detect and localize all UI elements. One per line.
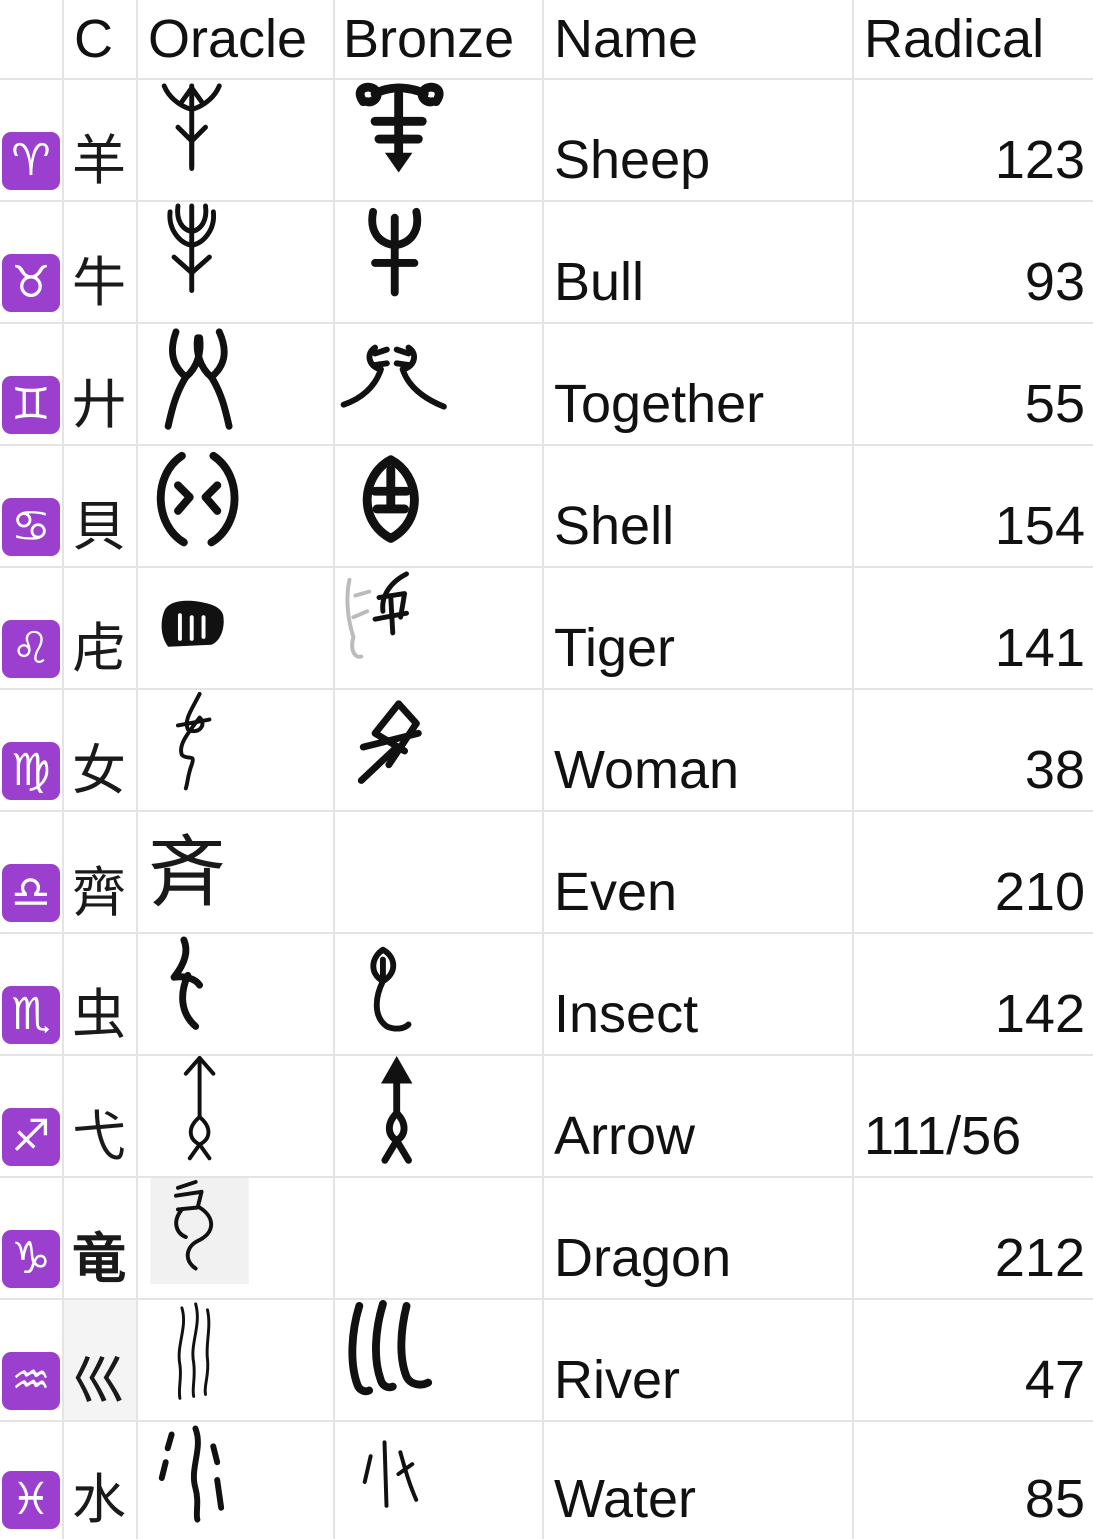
radical-number: 55 (1024, 374, 1085, 434)
character: 牛 (72, 251, 126, 314)
character: 貝 (72, 495, 126, 558)
radical-number: 47 (1024, 1350, 1085, 1410)
aries-icon: ♈ (2, 132, 60, 190)
table-row: ♍ 女 Woman 38 (0, 690, 1093, 812)
character: 羊 (72, 129, 126, 192)
bronze-insect-glyph-icon (370, 946, 412, 1032)
oracle-arrow-glyph-icon (183, 1056, 216, 1161)
libra-icon: ♎ (2, 864, 60, 922)
header-icon-cell (0, 0, 64, 78)
radical-number: 38 (1024, 740, 1085, 800)
character: 虍 (72, 617, 126, 680)
table-row: ♈ 羊 Sheep 123 (0, 80, 1093, 202)
character: 弋 (72, 1105, 126, 1168)
capricorn-icon: ♑ (2, 1230, 60, 1288)
name-text: Water (554, 1469, 697, 1529)
radical-number: 85 (1024, 1469, 1085, 1529)
bronze-empty-cell (335, 812, 544, 932)
sagittarius-icon: ♐ (2, 1108, 60, 1166)
name-text: Woman (554, 740, 740, 800)
table-row: ♌ 虍 Tiger 141 (0, 568, 1093, 690)
bronze-shell-glyph-icon (362, 455, 419, 543)
character: 齊 (72, 861, 126, 924)
radical-number: 154 (994, 496, 1085, 556)
gemini-icon: ♊ (2, 376, 60, 434)
character: 竜 (72, 1227, 126, 1290)
table-row: ♏ 虫 Insect 142 (0, 934, 1093, 1056)
oracle-woman-glyph-icon (175, 691, 212, 791)
scorpio-icon: ♏ (2, 986, 60, 1044)
header-bronze: Bronze (335, 0, 544, 78)
name-text: Arrow (554, 1106, 696, 1166)
oracle-water-glyph-icon (158, 1425, 225, 1523)
oracle-insect-glyph-icon (170, 936, 204, 1030)
character: 虫 (72, 983, 126, 1046)
radical-number: 111/56 (864, 1106, 1022, 1166)
name-text: Even (554, 862, 678, 922)
header-c: C (64, 0, 138, 78)
radical-number: 123 (994, 130, 1085, 190)
table-row: ♒ 巛 River 47 (0, 1300, 1093, 1422)
header-radical: Radical (864, 9, 1045, 69)
leo-icon: ♌ (2, 620, 60, 678)
name-text: Shell (554, 496, 675, 556)
bronze-arrow-glyph-icon (380, 1056, 413, 1164)
header-oracle: Oracle (138, 0, 335, 78)
table-row: ♓ 水 Water 85 (0, 1422, 1093, 1539)
name-text: Sheep (554, 130, 711, 190)
table-row: ♋ 貝 Shell 154 (0, 446, 1093, 568)
aquarius-icon: ♒ (2, 1352, 60, 1410)
radical-number: 141 (994, 618, 1085, 678)
bronze-woman-glyph-icon (357, 700, 422, 784)
name-text: Dragon (554, 1228, 732, 1288)
table-row: ♑ 竜 Dragon 212 (0, 1178, 1093, 1300)
oracle-even-character: 斉 (148, 828, 227, 918)
oracle-river-glyph-icon (177, 1302, 211, 1400)
oracle-shell-glyph-icon (156, 451, 239, 547)
table-row: ♎ 齊 斉 Even 210 (0, 812, 1093, 934)
name-text: Bull (554, 252, 645, 312)
table-row: ♊ 廾 Together 55 (0, 324, 1093, 446)
radical-number: 210 (994, 862, 1085, 922)
virgo-icon: ♍ (2, 742, 60, 800)
header-name: Name (544, 0, 854, 78)
bronze-sheep-glyph-icon (355, 82, 444, 173)
bronze-river-glyph-icon (348, 1300, 433, 1396)
bronze-tiger-glyph-icon (345, 571, 409, 659)
bronze-bull-glyph-icon (368, 207, 422, 297)
pisces-icon: ♓ (2, 1471, 60, 1529)
bronze-empty-cell (335, 1178, 544, 1298)
oracle-bull-glyph-icon (167, 203, 216, 293)
radical-number: 212 (994, 1228, 1085, 1288)
character: 女 (72, 739, 126, 802)
table-row: ♉ 牛 Bull 93 (0, 202, 1093, 324)
name-text: Insect (554, 984, 699, 1044)
taurus-icon: ♉ (2, 254, 60, 312)
radical-number: 93 (1024, 252, 1085, 312)
radical-number: 142 (994, 984, 1085, 1044)
oracle-sheep-glyph-icon (161, 83, 222, 171)
character: 巛 (72, 1349, 126, 1412)
name-text: Together (554, 374, 765, 434)
character-table: C Oracle Bronze Name Radical ♈ 羊 Sheep 1… (0, 0, 1093, 1539)
table-row: ♐ 弋 Arrow 111/56 (0, 1056, 1093, 1178)
oracle-together-glyph-icon (164, 328, 233, 430)
cancer-icon: ♋ (2, 498, 60, 556)
table-header: C Oracle Bronze Name Radical (0, 0, 1093, 80)
name-text: River (554, 1350, 681, 1410)
oracle-dragon-glyph-icon (150, 1178, 249, 1285)
bronze-together-glyph-icon (340, 344, 447, 410)
bronze-water-glyph-icon (362, 1440, 419, 1508)
character: 廾 (72, 373, 126, 436)
oracle-tiger-glyph-icon (161, 600, 224, 647)
character: 水 (72, 1468, 126, 1531)
name-text: Tiger (554, 618, 676, 678)
